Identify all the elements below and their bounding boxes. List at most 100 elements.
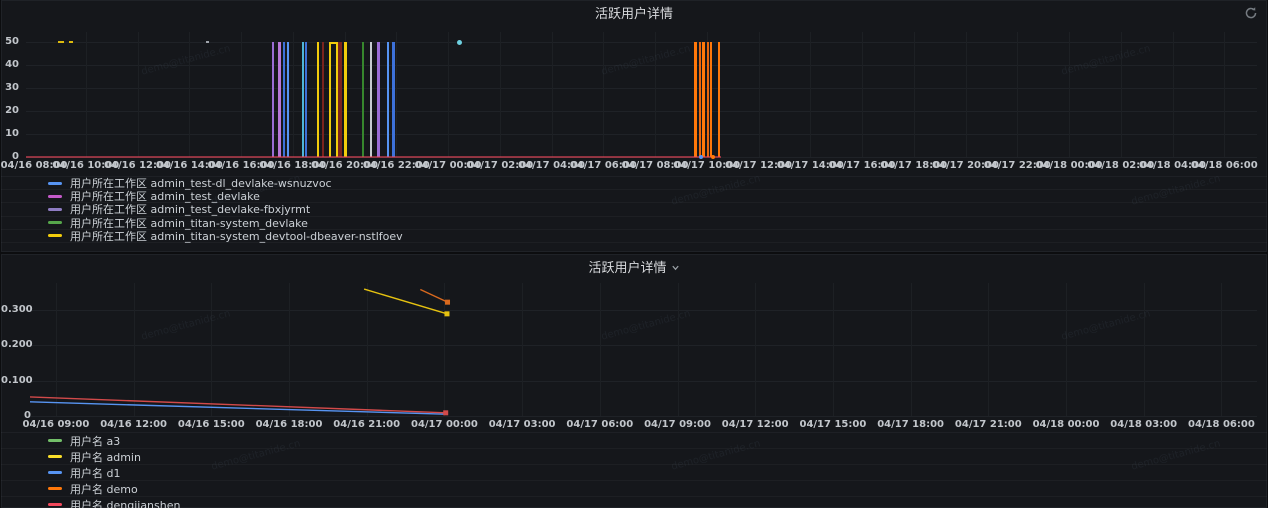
- spike: [377, 42, 380, 157]
- level-dash: [58, 41, 64, 43]
- bottom-panel-header: 活跃用户详情: [1, 254, 1267, 278]
- legend-label: 用户名 a3: [70, 433, 120, 449]
- legend-swatch: [48, 195, 62, 198]
- legend-label: 用户名 dengjianshen: [70, 497, 180, 508]
- bottom-chart-legend: 用户名 a3用户名 admin用户名 d1用户名 demo用户名 dengjia…: [1, 432, 1267, 508]
- spike: [302, 42, 304, 157]
- h-gridline: [26, 88, 1257, 89]
- spike: [338, 42, 342, 157]
- legend-swatch: [48, 208, 62, 211]
- v-gridline: [862, 32, 863, 157]
- h-gridline: [26, 42, 1257, 43]
- y-tick-label: 10: [1, 128, 19, 139]
- grafana-dashboard: 活跃用户详情 0102030405004/16 08:0004/16 10:00…: [0, 0, 1268, 508]
- spike: [718, 42, 720, 157]
- legend-swatch: [48, 471, 62, 474]
- baseline-end-dot: [699, 155, 703, 159]
- bottom-legend-item-0[interactable]: 用户名 a3: [1, 433, 1267, 449]
- legend-label: 用户名 admin: [70, 449, 141, 465]
- spike: [699, 42, 701, 157]
- series-line: [30, 397, 446, 413]
- baseline-end-dot: [711, 155, 715, 159]
- spike: [317, 42, 319, 157]
- spike: [278, 42, 281, 157]
- spike: [344, 42, 347, 157]
- v-gridline: [396, 32, 397, 157]
- series-end-marker: [444, 311, 449, 316]
- spike: [305, 42, 307, 157]
- top-legend-item-4[interactable]: 用户所在工作区 admin_titan-system_devtool-dbeav…: [1, 230, 1267, 243]
- spike: [283, 42, 285, 157]
- bottom-legend-item-1[interactable]: 用户名 admin: [1, 449, 1267, 465]
- bottom-panel-title[interactable]: 活跃用户详情: [588, 257, 666, 276]
- v-gridline: [293, 32, 294, 157]
- x-tick-label: 04/18 06:00: [1191, 160, 1258, 171]
- legend-swatch: [48, 487, 62, 490]
- spike: [710, 42, 712, 157]
- y-tick-label: 30: [1, 82, 19, 93]
- legend-swatch: [48, 503, 62, 506]
- v-gridline: [603, 32, 604, 157]
- v-gridline: [448, 32, 449, 157]
- panel-active-users-username: 活跃用户详情 00.1000.2000.30004/16 09:0004/16 …: [1, 254, 1267, 508]
- y-tick-label: 50: [1, 36, 19, 47]
- spike: [702, 42, 705, 157]
- v-gridline: [138, 32, 139, 157]
- spike: [707, 42, 709, 157]
- legend-label: 用户名 d1: [70, 465, 120, 481]
- v-gridline: [552, 32, 553, 157]
- v-gridline: [810, 32, 811, 157]
- panel-active-users-workspace: 活跃用户详情 0102030405004/16 08:0004/16 10:00…: [1, 0, 1267, 252]
- h-gridline: [26, 134, 1257, 135]
- h-gridline: [26, 111, 1257, 112]
- v-gridline: [1121, 32, 1122, 157]
- spike: [329, 42, 338, 157]
- legend-swatch: [48, 439, 62, 442]
- v-gridline: [914, 32, 915, 157]
- spike: [362, 42, 364, 157]
- spike: [387, 42, 389, 157]
- zero-baseline: [26, 156, 721, 158]
- spike: [272, 42, 274, 157]
- top-panel-title[interactable]: 活跃用户详情: [595, 3, 673, 22]
- v-gridline: [1224, 32, 1225, 157]
- level-dash: [69, 41, 73, 43]
- spike: [370, 42, 372, 157]
- h-gridline: [26, 65, 1257, 66]
- series-end-marker: [445, 300, 450, 305]
- spike: [694, 42, 697, 157]
- v-gridline: [1069, 32, 1070, 157]
- bottom-legend-item-3[interactable]: 用户名 demo: [1, 481, 1267, 497]
- level-dash: [206, 41, 209, 43]
- legend-swatch: [48, 221, 62, 224]
- series-end-marker: [443, 410, 448, 415]
- y-tick-label: 20: [1, 105, 19, 116]
- v-gridline: [500, 32, 501, 157]
- legend-swatch: [48, 234, 62, 237]
- v-gridline: [966, 32, 967, 157]
- v-gridline: [1173, 32, 1174, 157]
- y-tick-label: 40: [1, 59, 19, 70]
- top-chart-legend: 用户所在工作区 admin_test-dl_devlake-wsnuzvoc用户…: [1, 176, 1267, 243]
- series-line: [364, 289, 447, 314]
- bottom-legend-item-4[interactable]: 用户名 dengjianshen: [1, 497, 1267, 508]
- legend-label: 用户名 demo: [70, 481, 138, 497]
- series-line: [420, 289, 447, 302]
- bottom-legend-item-2[interactable]: 用户名 d1: [1, 465, 1267, 481]
- panel-menu-chevron-icon[interactable]: [671, 263, 680, 272]
- v-gridline: [86, 32, 87, 157]
- spike: [392, 42, 395, 157]
- v-gridline: [759, 32, 760, 157]
- v-gridline: [241, 32, 242, 157]
- spike: [322, 42, 324, 157]
- legend-swatch: [48, 455, 62, 458]
- legend-swatch: [48, 182, 62, 185]
- legend-label: 用户所在工作区 admin_titan-system_devtool-dbeav…: [70, 228, 403, 244]
- spike: [287, 42, 289, 157]
- v-gridline: [1017, 32, 1018, 157]
- data-point-dot: [457, 40, 462, 45]
- v-gridline: [655, 32, 656, 157]
- top-panel-header: 活跃用户详情: [1, 0, 1267, 24]
- v-gridline: [189, 32, 190, 157]
- series-line: [30, 402, 446, 414]
